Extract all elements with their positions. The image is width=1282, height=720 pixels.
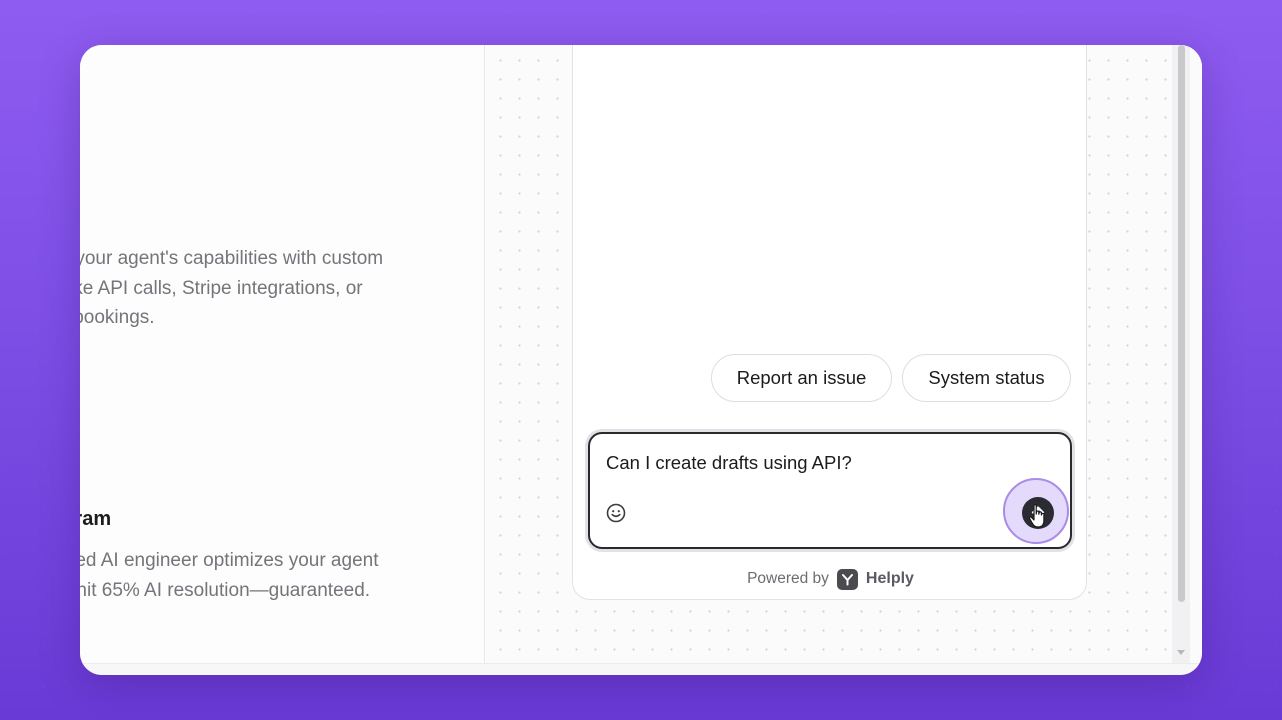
quick-reply-system-status[interactable]: System status bbox=[902, 354, 1071, 402]
scroll-down-arrow-icon[interactable] bbox=[1177, 650, 1185, 655]
smiley-icon[interactable] bbox=[606, 503, 626, 523]
feature-desc-line: lly bookings. bbox=[80, 307, 155, 328]
feature-desc-line: ce your agent's capabilities with custom bbox=[80, 248, 384, 269]
scrollbar-thumb[interactable] bbox=[1178, 45, 1185, 602]
send-button-focus-ring bbox=[1003, 478, 1069, 544]
feature-desc-line: s like API calls, Stripe integrations, o… bbox=[80, 277, 363, 299]
window-bottom-edge bbox=[80, 663, 1202, 675]
chat-widget: Report an issue System status Can I crea… bbox=[572, 45, 1087, 600]
quick-reply-report-issue[interactable]: Report an issue bbox=[711, 354, 892, 402]
hand-pointer-icon bbox=[1028, 504, 1045, 528]
message-input[interactable]: Can I create drafts using API? bbox=[606, 452, 852, 474]
message-composer[interactable]: Can I create drafts using API? bbox=[588, 432, 1072, 549]
feature-desc-line: cated AI engineer optimizes your agent bbox=[80, 550, 379, 571]
powered-by-label: Powered by bbox=[747, 570, 829, 587]
app-window: ns ce your agent's capabilities with cus… bbox=[80, 45, 1202, 675]
brand-name[interactable]: Helply bbox=[866, 570, 914, 588]
vertical-scrollbar[interactable] bbox=[1172, 45, 1190, 663]
feature-title-program: ogram bbox=[80, 508, 112, 530]
features-pane: ns ce your agent's capabilities with cus… bbox=[80, 45, 485, 663]
powered-by-footer: Powered by Helply bbox=[573, 566, 1088, 592]
helply-logo-icon bbox=[836, 568, 858, 590]
feature-desc-line: ou hit 65% AI resolution—guaranteed. bbox=[80, 580, 371, 601]
